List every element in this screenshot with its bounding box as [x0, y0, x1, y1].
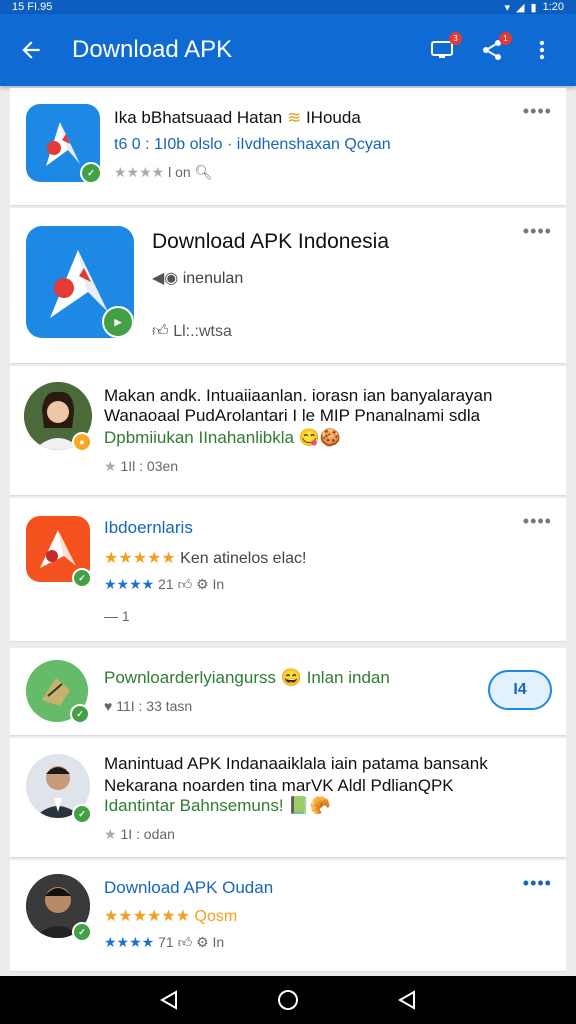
wifi-icon: ▾ — [504, 1, 511, 14]
app-subtitle: t6 0 : 1I0b olslo · iIvdhenshaxan Qcyan — [114, 136, 391, 153]
star-icon: ★★★★ — [104, 576, 155, 592]
more-options-button[interactable]: •••• — [523, 222, 552, 240]
verified-icon: ✓ — [72, 804, 92, 824]
rating-count: 71 — [158, 934, 174, 950]
recents-triangle-icon — [397, 990, 415, 1010]
list-item[interactable]: ✓ Ibdoernlaris ★★★★★ Ken atinelos elac! … — [10, 498, 566, 642]
extra-meta: — 1 — [104, 608, 130, 624]
thumbs-up-icon: 👍︎ — [177, 934, 193, 950]
verified-icon: ✓ — [72, 568, 92, 588]
list-item[interactable]: ✓ Download APK Oudan ★★★★★★ Qosm ★★★★ 71… — [10, 860, 566, 972]
post-meta: 11I : 33 tasn — [116, 698, 193, 714]
settings-icon: ⚙ — [196, 934, 209, 950]
more-options-button[interactable]: •••• — [523, 874, 552, 892]
likes-meta: Ll:.:wtsa — [173, 323, 232, 340]
emoji-icon: 😋🍪 — [298, 428, 342, 447]
star-icon: ★★★★ — [104, 934, 155, 950]
rating-suffix: In — [212, 934, 225, 950]
back-arrow-icon — [22, 41, 40, 59]
post-meta: 1Il : 03en — [120, 458, 179, 474]
wave-icon: ≋ — [286, 108, 302, 127]
post-line-1: Manintuad APK Indanaaiklala iain patama … — [104, 754, 488, 773]
follow-button[interactable]: I4 — [488, 670, 552, 710]
post-line-2: Nekarana noarden tina marVK Aldl PdlianQ… — [104, 776, 454, 795]
emoji-icon: 😄 — [280, 668, 302, 687]
app-name: Download APK Oudan — [104, 878, 274, 897]
star-icon: ★ — [104, 826, 117, 842]
rating-suffix: In — [212, 576, 225, 592]
back-button[interactable] — [0, 14, 62, 86]
badge-icon: ● — [72, 432, 92, 452]
share-badge: 1 — [499, 32, 512, 45]
heart-icon: ♥ — [104, 698, 113, 714]
rating-count: 21 — [158, 576, 174, 592]
back-triangle-icon — [160, 990, 178, 1010]
notification-badge: 3 — [449, 32, 462, 45]
home-nav-button[interactable] — [273, 985, 303, 1015]
search-icon: 🔍︎ — [194, 164, 213, 180]
list-item[interactable]: ✓ Manintuad APK Indanaaiklala iain patam… — [10, 738, 566, 858]
list-item[interactable]: ▶ Download APK Indonesia ◀◉ inenulan 👍︎ … — [10, 208, 566, 364]
app-name: Download APK Indonesia — [152, 230, 389, 253]
star-icon: ★ — [104, 458, 117, 474]
system-nav-bar — [0, 976, 576, 1024]
post-meta: 1I : odan — [120, 826, 175, 842]
app-subtitle: inenulan — [182, 270, 244, 287]
list-item[interactable]: ● Makan andk. Intuaiiaanlan. iorasn ian … — [10, 366, 566, 496]
play-icon: ▶ — [102, 306, 134, 338]
star-rating-icon: ★★★★★ — [104, 550, 176, 567]
signal-icon: ◢ — [516, 1, 525, 14]
app-name-suffix: Inlan indan — [306, 668, 390, 687]
page-title: Download APK — [72, 36, 233, 63]
back-nav-button[interactable] — [154, 985, 184, 1015]
post-line-3: Idantintar Bahnsemuns! — [104, 796, 284, 815]
rating-text: Qosm — [194, 908, 238, 925]
thumbs-up-icon: 👍︎ — [177, 576, 193, 592]
app-name: Pownloarderlyiangurss — [104, 668, 276, 687]
recents-nav-button[interactable] — [392, 985, 422, 1015]
verified-icon: ✓ — [70, 704, 90, 724]
post-line-2: Wanaoaal PudArolantari I le MIP Pnanalna… — [104, 406, 481, 425]
notifications-button[interactable]: 3 — [428, 32, 462, 64]
battery-icon: ▮ — [530, 1, 537, 14]
list-item[interactable]: ✓ Ika bBhatsuaad Hatan ≋ IHouda t6 0 : 1… — [10, 88, 566, 206]
status-time: 15 FI.95 — [12, 1, 53, 13]
list-item[interactable]: ✓ Pownloarderlyiangurss 😄 Inlan indan ♥ … — [10, 648, 566, 736]
star-icon: ★★★★ — [114, 164, 165, 180]
rating-row: ★★★★ l on 🔍︎ — [114, 164, 212, 181]
verified-icon: ✓ — [80, 162, 102, 184]
app-list[interactable]: ✓ Ika bBhatsuaad Hatan ≋ IHouda t6 0 : 1… — [10, 88, 566, 972]
post-line-1: Makan andk. Intuaiiaanlan. iorasn ian ba… — [104, 386, 493, 405]
more-vert-icon — [539, 40, 545, 60]
rating-text: Ken atinelos elac! — [180, 550, 307, 567]
star-rating-icon: ★★★★★★ — [104, 908, 191, 925]
post-line-3: Dpbmiiukan IInahanlibkla — [104, 428, 294, 447]
app-bar: Download APK 3 1 — [0, 14, 576, 86]
home-circle-icon — [277, 990, 298, 1010]
app-name: Ika bBhatsuaad Hatan — [114, 108, 283, 127]
speaker-icon: ◀◉ — [152, 270, 179, 287]
rating-meta: l on — [168, 164, 191, 180]
status-battery: 1:20 — [542, 1, 564, 13]
app-name-suffix: IHouda — [305, 108, 361, 127]
emoji-icon: 📗🥐 — [288, 796, 331, 815]
overflow-menu-button[interactable] — [528, 36, 556, 64]
thumbs-up-icon: 👍︎ — [152, 323, 169, 340]
verified-icon: ✓ — [72, 922, 92, 942]
app-name: Ibdoernlaris — [104, 518, 193, 537]
settings-icon: ⚙ — [196, 576, 209, 592]
status-bar: 15 FI.95 ▾ ◢ ▮ 1:20 — [0, 0, 576, 14]
share-button[interactable]: 1 — [478, 32, 512, 64]
more-options-button[interactable]: •••• — [523, 102, 552, 120]
more-options-button[interactable]: •••• — [523, 512, 552, 530]
